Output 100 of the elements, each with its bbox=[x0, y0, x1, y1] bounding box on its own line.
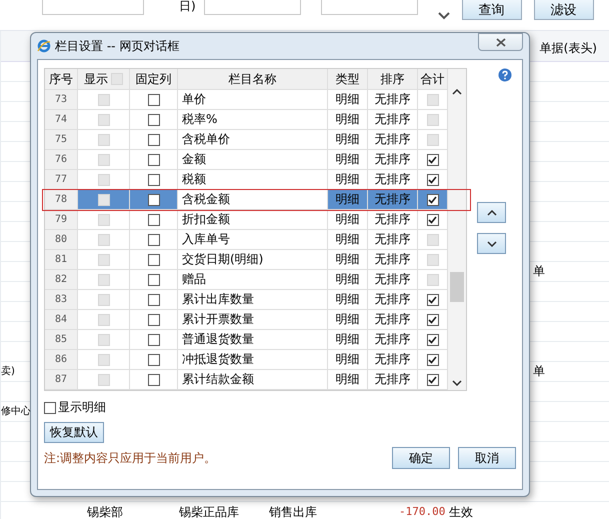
checkbox[interactable] bbox=[148, 214, 160, 226]
checkbox[interactable] bbox=[148, 154, 160, 166]
column-header: 显示 bbox=[84, 70, 108, 88]
checkbox[interactable] bbox=[426, 294, 438, 306]
checkbox[interactable] bbox=[148, 354, 160, 366]
column-header: 排序 bbox=[380, 70, 404, 88]
field-label: 日) bbox=[179, 0, 196, 12]
table-cell: 无排序 bbox=[368, 310, 418, 330]
row-number: 84 bbox=[45, 310, 78, 330]
table-cell: 明细 bbox=[328, 90, 368, 110]
table-cell: 无排序 bbox=[368, 230, 418, 250]
table-cell: 单 bbox=[533, 364, 545, 378]
table-cell: 无排序 bbox=[368, 290, 418, 310]
table-cell: 卖) bbox=[1, 366, 15, 377]
query-button[interactable]: 查询 bbox=[462, 0, 522, 20]
table-cell: 修中心 bbox=[1, 406, 31, 417]
checkbox[interactable] bbox=[148, 294, 160, 306]
row-number: 83 bbox=[45, 290, 78, 310]
checkbox[interactable] bbox=[426, 374, 438, 386]
note-text: 注:调整内容只应用于当前用户。 bbox=[44, 450, 216, 466]
checkbox[interactable] bbox=[148, 334, 160, 346]
table-cell: 折扣金额 bbox=[178, 210, 328, 230]
up-caret-icon bbox=[452, 89, 462, 95]
checkbox[interactable] bbox=[148, 314, 160, 326]
table-cell: 单价 bbox=[178, 90, 328, 110]
date-field[interactable] bbox=[320, 0, 418, 15]
row-number: 80 bbox=[45, 230, 78, 250]
checkbox[interactable] bbox=[148, 114, 160, 126]
checkbox[interactable] bbox=[426, 214, 438, 226]
table-cell: 明细 bbox=[328, 350, 368, 370]
cancel-button[interactable]: 取消 bbox=[458, 447, 516, 469]
down-caret-icon bbox=[452, 380, 462, 386]
table-cell: 交货日期(明细) bbox=[178, 250, 328, 270]
checkbox[interactable] bbox=[148, 174, 160, 186]
table-cell: 明细 bbox=[328, 250, 368, 270]
down-caret-icon bbox=[486, 240, 496, 246]
checkbox[interactable] bbox=[44, 402, 56, 414]
table-cell: 赠品 bbox=[178, 270, 328, 290]
date-field[interactable] bbox=[204, 0, 301, 15]
table-cell: 明细 bbox=[328, 270, 368, 290]
move-down-button[interactable] bbox=[477, 233, 506, 254]
table-cell: 无排序 bbox=[368, 270, 418, 290]
table-cell: 明细 bbox=[328, 210, 368, 230]
table-cell: 普通退货数量 bbox=[178, 330, 328, 350]
table-cell: 无排序 bbox=[368, 130, 418, 150]
table-cell: 无排序 bbox=[368, 150, 418, 170]
row-number: 81 bbox=[45, 250, 78, 270]
table-cell: 明细 bbox=[328, 130, 368, 150]
table-cell: 无排序 bbox=[368, 190, 418, 210]
row-number: 85 bbox=[45, 330, 78, 350]
table-cell: 明细 bbox=[328, 110, 368, 130]
column-header: 单据(表头) bbox=[540, 40, 597, 57]
help-icon[interactable] bbox=[498, 68, 512, 82]
table-cell-text: 锡柴正品库 bbox=[178, 504, 240, 519]
checkbox[interactable] bbox=[426, 314, 438, 326]
reset-button[interactable]: 恢复默认 bbox=[44, 422, 104, 443]
table-cell: 无排序 bbox=[368, 210, 418, 230]
table-cell: 无排序 bbox=[368, 110, 418, 130]
checkbox[interactable] bbox=[426, 194, 438, 206]
table-cell: 税率% bbox=[178, 110, 328, 130]
column-header: 序号 bbox=[49, 70, 73, 88]
table-cell: 含税单价 bbox=[178, 130, 328, 150]
column-header: 合计 bbox=[420, 70, 444, 88]
checkbox[interactable] bbox=[148, 274, 160, 286]
table-cell: 明细 bbox=[328, 310, 368, 330]
window-title: 栏目设置 -- 网页对话框 bbox=[55, 38, 180, 54]
close-button[interactable] bbox=[478, 33, 523, 51]
move-up-button[interactable] bbox=[477, 202, 506, 223]
text-field[interactable] bbox=[42, 0, 144, 15]
row-number: 76 bbox=[45, 150, 78, 170]
checkbox[interactable] bbox=[148, 234, 160, 246]
filter-button[interactable]: 滤设 bbox=[534, 0, 594, 20]
checkbox[interactable] bbox=[426, 334, 438, 346]
checkbox[interactable] bbox=[148, 374, 160, 386]
checkbox[interactable] bbox=[426, 154, 438, 166]
row-number: 78 bbox=[45, 190, 78, 210]
table-cell: 明细 bbox=[328, 290, 368, 310]
table-cell: 冲抵退货数量 bbox=[178, 350, 328, 370]
ok-button[interactable]: 确定 bbox=[392, 447, 450, 469]
checkbox[interactable] bbox=[148, 254, 160, 266]
table-cell: 明细 bbox=[328, 190, 368, 210]
checkbox[interactable] bbox=[426, 354, 438, 366]
checkbox[interactable] bbox=[426, 174, 438, 186]
column-header: 栏目名称 bbox=[228, 70, 276, 88]
scrollbar[interactable] bbox=[448, 69, 466, 390]
table-cell-text: 销售出库 bbox=[268, 504, 318, 519]
table-cell: 明细 bbox=[328, 230, 368, 250]
table-cell: 明细 bbox=[328, 150, 368, 170]
table-cell: 含税金额 bbox=[178, 190, 328, 210]
checkbox[interactable] bbox=[148, 194, 160, 206]
chevron-icon[interactable] bbox=[438, 12, 450, 20]
table-cell-text: -170.00 bbox=[398, 504, 445, 519]
checkbox[interactable] bbox=[148, 94, 160, 106]
checkbox[interactable] bbox=[148, 134, 160, 146]
checkbox-label: 显示明细 bbox=[58, 399, 106, 416]
up-caret-icon bbox=[486, 210, 496, 216]
row-number: 86 bbox=[45, 350, 78, 370]
table-cell: 无排序 bbox=[368, 250, 418, 270]
table-cell-text: 生效 bbox=[448, 504, 474, 519]
scrollbar-thumb[interactable] bbox=[450, 272, 464, 302]
